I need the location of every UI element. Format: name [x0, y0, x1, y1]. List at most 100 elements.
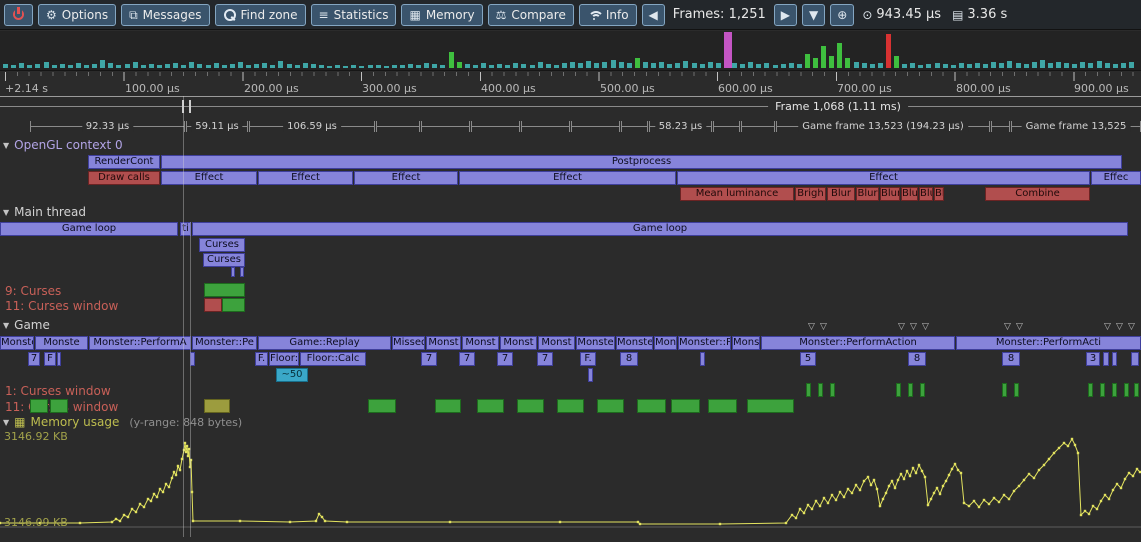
message-marker-icon[interactable]: ▽	[1004, 322, 1011, 332]
zone-bar[interactable]: Monste	[576, 336, 615, 350]
zone-bar[interactable]	[1103, 352, 1109, 366]
message-marker-icon[interactable]: ▽	[820, 322, 827, 332]
zone-bar[interactable]: Monster::PerformAction	[761, 336, 955, 350]
section-main-thread-header[interactable]: ▼ Main thread	[3, 205, 86, 219]
zone-bar[interactable]	[1100, 383, 1105, 397]
zone-bar[interactable]: Curses	[203, 253, 245, 267]
zone-bar[interactable]: RenderCont	[88, 155, 160, 169]
zone-bar[interactable]	[204, 399, 230, 413]
zone-bar[interactable]: 7	[537, 352, 553, 366]
zone-bar[interactable]	[1088, 383, 1093, 397]
zone-bar[interactable]: Monster::P	[678, 336, 731, 350]
message-marker-icon[interactable]: ▽	[910, 322, 917, 332]
power-button[interactable]	[4, 4, 33, 26]
zone-bar[interactable]	[818, 383, 823, 397]
message-marker-icon[interactable]: ▽	[808, 322, 815, 332]
zone-bar[interactable]: Combine	[985, 187, 1090, 201]
zone-bar[interactable]: Blur	[827, 187, 855, 201]
section-game-header[interactable]: ▼ Game	[3, 318, 50, 332]
zone-bar[interactable]: Monst	[462, 336, 499, 350]
messages-button[interactable]: ⧉Messages	[121, 4, 209, 26]
zone-bar[interactable]: Monst	[426, 336, 461, 350]
zone-bar[interactable]: Monst	[538, 336, 575, 350]
message-marker-icon[interactable]: ▽	[922, 322, 929, 332]
zone-bar[interactable]: Postprocess	[161, 155, 1122, 169]
message-marker-icon[interactable]: ▽	[898, 322, 905, 332]
message-marker-icon[interactable]: ▽	[1016, 322, 1023, 332]
zone-bar[interactable]: Floor::Calc	[300, 352, 366, 366]
zone-bar[interactable]: Monste	[616, 336, 653, 350]
zone-bar[interactable]: F.	[580, 352, 596, 366]
zone-bar[interactable]: Effect	[161, 171, 257, 185]
zone-bar[interactable]: F	[44, 352, 56, 366]
prev-frame-button[interactable]: ◀	[642, 4, 665, 26]
find-zone-button[interactable]: Find zone	[215, 4, 306, 26]
zone-bar[interactable]: Monste	[0, 336, 34, 350]
zone-bar[interactable]: 8	[1002, 352, 1020, 366]
zone-bar[interactable]: Monst	[500, 336, 537, 350]
zone-bar[interactable]: Game loop	[0, 222, 178, 236]
zone-bar[interactable]	[597, 399, 624, 413]
zone-bar[interactable]: Effect	[258, 171, 353, 185]
memory-button[interactable]: ▦Memory	[401, 4, 482, 26]
zone-bar[interactable]	[637, 399, 666, 413]
zone-bar[interactable]	[1134, 383, 1139, 397]
zone-bar[interactable]	[806, 383, 811, 397]
zone-bar[interactable]: 7	[421, 352, 437, 366]
zone-bar[interactable]	[231, 267, 235, 277]
zone-bar[interactable]: Blur	[919, 187, 933, 201]
zone-bar[interactable]: Effec	[1091, 171, 1141, 185]
message-marker-icon[interactable]: ▽	[1116, 322, 1123, 332]
zone-bar[interactable]: Effect	[459, 171, 676, 185]
zone-bar[interactable]: 3	[1086, 352, 1100, 366]
view-menu-button[interactable]: ▼	[802, 4, 825, 26]
zone-bar[interactable]	[671, 399, 700, 413]
zone-bar[interactable]	[1112, 352, 1117, 366]
zone-bar[interactable]: 5	[800, 352, 816, 366]
zone-bar[interactable]: 8	[620, 352, 638, 366]
zone-bar[interactable]: Bl	[934, 187, 944, 201]
zone-bar[interactable]: Monster::Pe	[192, 336, 257, 350]
zone-bar[interactable]: Mons	[654, 336, 677, 350]
zone-bar[interactable]: Mean luminance	[680, 187, 794, 201]
zone-bar[interactable]: Draw calls	[88, 171, 160, 185]
zone-bar[interactable]: Mons	[732, 336, 760, 350]
message-marker-icon[interactable]: ▽	[1104, 322, 1111, 332]
zone-bar[interactable]: Monste	[35, 336, 88, 350]
zone-bar[interactable]: Curses	[199, 238, 245, 252]
zone-bar[interactable]	[896, 383, 901, 397]
zone-bar[interactable]: 7	[28, 352, 40, 366]
zone-bar[interactable]	[368, 399, 396, 413]
zone-bar[interactable]	[700, 352, 705, 366]
zone-bar[interactable]	[1124, 383, 1129, 397]
zone-bar[interactable]	[1002, 383, 1007, 397]
zone-bar[interactable]	[222, 298, 245, 312]
zone-bar[interactable]	[204, 283, 245, 297]
zone-bar[interactable]: F.	[255, 352, 268, 366]
zone-bar[interactable]: Game loop	[192, 222, 1128, 236]
zone-bar[interactable]	[557, 399, 584, 413]
zone-bar[interactable]	[1014, 383, 1019, 397]
zone-bar[interactable]	[477, 399, 504, 413]
zone-bar[interactable]	[435, 399, 461, 413]
message-marker-icon[interactable]: ▽	[1128, 322, 1135, 332]
zone-bar[interactable]	[240, 267, 244, 277]
zone-bar[interactable]	[908, 383, 913, 397]
next-frame-button[interactable]: ▶	[774, 4, 797, 26]
zone-bar[interactable]: Effect	[354, 171, 458, 185]
zone-bar[interactable]	[830, 383, 835, 397]
zone-bar[interactable]	[1112, 383, 1117, 397]
zone-bar[interactable]	[30, 399, 48, 413]
zone-bar[interactable]	[57, 352, 61, 366]
zone-bar[interactable]: Game::Replay	[258, 336, 391, 350]
zone-bar[interactable]: Blur	[901, 187, 918, 201]
zone-bar[interactable]: Blur	[880, 187, 900, 201]
statistics-button[interactable]: ≡Statistics	[311, 4, 397, 26]
zone-bar[interactable]: 8	[908, 352, 926, 366]
info-button[interactable]: Info	[579, 4, 637, 26]
options-button[interactable]: ⚙Options	[38, 4, 116, 26]
zone-bar[interactable]: Floor:	[269, 352, 299, 366]
zone-bar[interactable]	[920, 383, 925, 397]
zone-bar[interactable]	[50, 399, 68, 413]
zone-bar[interactable]: Monster::PerformActi	[956, 336, 1141, 350]
